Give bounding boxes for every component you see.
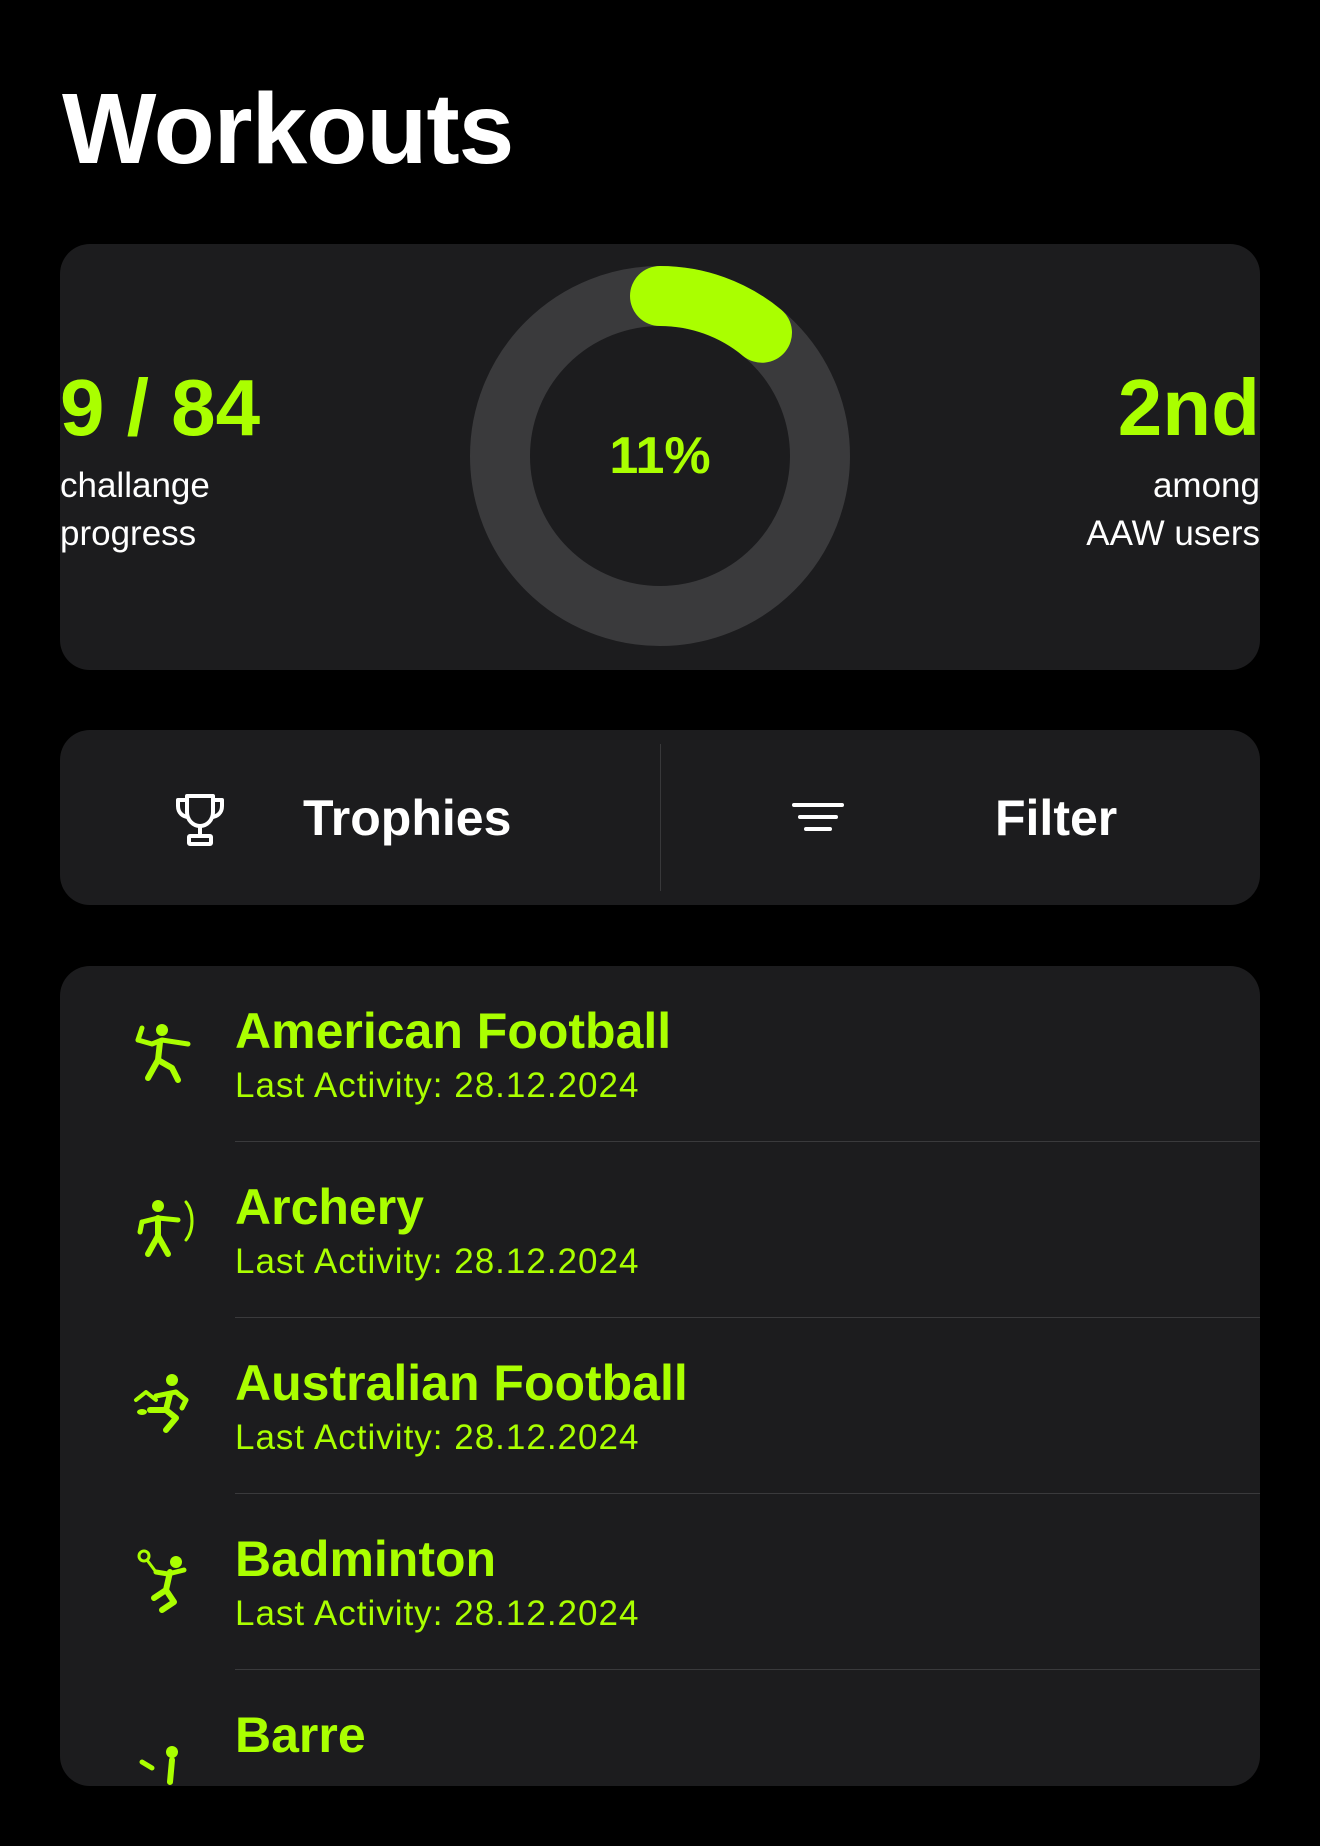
american-football-icon	[132, 1018, 200, 1090]
workout-item-archery[interactable]: Archery Last Activity: 28.12.2024	[60, 1142, 1260, 1318]
progress-percent-label: 11%	[609, 427, 711, 485]
workout-list: American Football Last Activity: 28.12.2…	[60, 966, 1260, 1786]
progress-ring: 11%	[470, 266, 850, 646]
workout-item-subtitle: Last Activity: 28.12.2024	[235, 1242, 640, 1281]
filter-label: Filter	[995, 789, 1118, 846]
actions-bar: Trophies Filter	[60, 730, 1260, 905]
workout-item-subtitle: Last Activity: 28.12.2024	[235, 1418, 640, 1457]
rank-caption-line2: AAW users	[1086, 514, 1260, 553]
rank-value: 2nd	[1117, 363, 1260, 452]
badminton-icon	[132, 1546, 200, 1618]
workout-item-title: Archery	[235, 1179, 424, 1235]
workout-item-australian-football[interactable]: Australian Football Last Activity: 28.12…	[60, 1318, 1260, 1494]
workout-item-subtitle: Last Activity: 28.12.2024	[235, 1066, 640, 1105]
challenge-count-value: 9 / 84	[60, 363, 261, 452]
workout-item-subtitle: Last Activity: 28.12.2024	[235, 1594, 640, 1633]
workout-item-title: Badminton	[235, 1531, 497, 1587]
archery-icon	[132, 1194, 200, 1266]
workout-item-badminton[interactable]: Badminton Last Activity: 28.12.2024	[60, 1494, 1260, 1670]
workout-item-american-football[interactable]: American Football Last Activity: 28.12.2…	[60, 966, 1260, 1142]
page-title: Workouts	[62, 73, 514, 185]
barre-icon	[132, 1722, 200, 1794]
challenge-count-caption-line2: progress	[60, 514, 197, 553]
filter-lines-icon	[788, 788, 848, 848]
challenge-count-caption: challange progress	[60, 462, 360, 558]
workout-item-title: Australian Football	[235, 1355, 688, 1411]
trophy-icon	[170, 788, 230, 848]
workout-item-title: Barre	[235, 1707, 366, 1763]
trophies-label: Trophies	[303, 789, 512, 846]
filter-button[interactable]: Filter	[660, 730, 1260, 905]
trophies-button[interactable]: Trophies	[60, 730, 660, 905]
rank-caption-line1: among	[1152, 466, 1260, 505]
challenge-count-caption-line1: challange	[60, 466, 210, 505]
rank-caption: among AAW users	[960, 462, 1260, 558]
workout-item-title: American Football	[235, 1003, 672, 1059]
australian-football-icon	[132, 1370, 200, 1442]
workout-item-barre[interactable]: Barre	[60, 1670, 1260, 1846]
